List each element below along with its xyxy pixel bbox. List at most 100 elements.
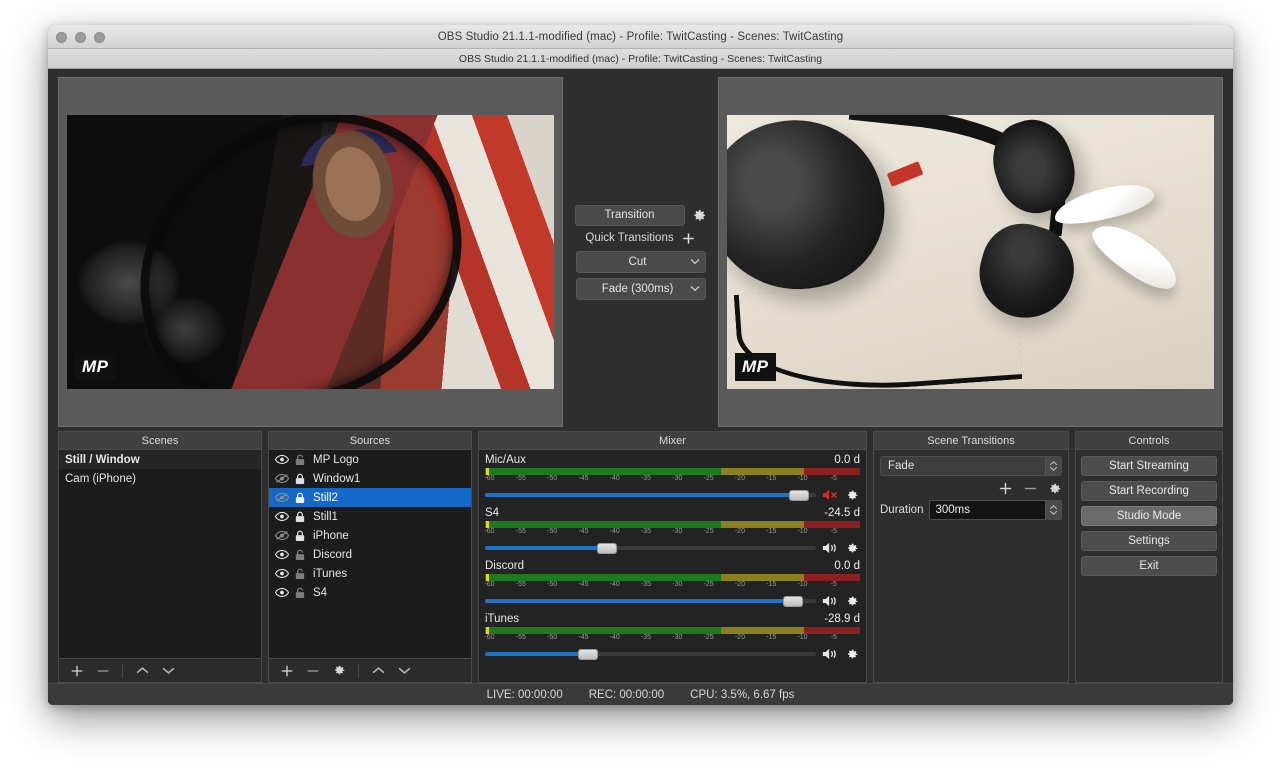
mixer-gear-icon[interactable] [844,595,860,608]
remove-source-button[interactable] [301,661,325,681]
obs-body: MP Transition Quick Transitions Cut Fade… [48,69,1233,705]
meter-tick-label: -25 [703,475,714,482]
mixer-gear-icon[interactable] [844,648,860,661]
spinner-icon[interactable] [1045,457,1061,475]
remove-scene-button[interactable] [91,661,115,681]
meter-segment [485,521,722,528]
source-list-item[interactable]: iPhone [269,526,471,545]
source-list-item[interactable]: Still2 [269,488,471,507]
add-source-button[interactable] [275,661,299,681]
mp-watermark: MP [735,353,776,381]
add-transition-button[interactable] [998,481,1013,496]
mixer-channel-db: -28.9 d [824,613,860,625]
remove-transition-button[interactable] [1023,481,1038,496]
slider-handle[interactable] [789,490,810,501]
source-list-item[interactable]: Window1 [269,469,471,488]
plus-icon[interactable] [681,231,696,246]
lock-open-icon[interactable] [295,454,305,466]
control-button-start-streaming[interactable]: Start Streaming [1081,456,1217,476]
close-button[interactable] [56,31,67,43]
lock-open-icon[interactable] [295,549,305,561]
meter-scale: -60 -55 -50 -45 -40 -35 -30 -25 -20 -15 -10 -5 [484,475,860,486]
speaker-icon[interactable] [821,594,839,608]
meter-tick-label: -15 [766,634,777,641]
source-label: Still2 [313,491,338,504]
transition-type-select[interactable]: Fade [880,456,1062,476]
move-source-down-button[interactable] [392,661,416,681]
spinner-icon[interactable] [1045,501,1061,519]
peak-indicator [486,468,489,475]
eye-off-icon[interactable] [275,492,289,503]
mixer-gear-icon[interactable] [844,489,860,502]
lock-closed-icon[interactable] [295,511,305,523]
sources-list[interactable]: MP Logo Window1 Still2 Still1 iPhone Discord i… [268,449,472,659]
slider-handle[interactable] [597,543,618,554]
eye-icon[interactable] [275,568,289,579]
source-properties-button[interactable] [327,661,351,681]
lock-open-icon[interactable] [295,568,305,580]
quick-transition-cut[interactable]: Cut [575,250,706,273]
eye-off-icon[interactable] [275,473,289,484]
eye-off-icon[interactable] [275,530,289,541]
scene-list-item[interactable]: Still / Window [59,450,261,469]
control-button-settings[interactable]: Settings [1081,531,1217,551]
mixer-channel-db: 0.0 d [834,454,860,466]
volume-slider[interactable] [485,541,816,555]
scene-label: Still / Window [65,453,140,466]
rec-timer: REC: 00:00:00 [588,688,665,701]
meter-segment [485,574,722,581]
preview-pane[interactable]: MP [58,77,563,427]
mixer-channel-db: -24.5 d [824,507,860,519]
eye-icon[interactable] [275,454,289,465]
volume-slider[interactable] [485,594,816,608]
gear-icon[interactable] [1048,482,1062,496]
speaker-icon[interactable] [821,647,839,661]
add-scene-button[interactable] [65,661,89,681]
eye-icon[interactable] [275,587,289,598]
source-list-item[interactable]: iTunes [269,564,471,583]
control-button-studio-mode[interactable]: Studio Mode [1081,506,1217,526]
move-source-up-button[interactable] [366,661,390,681]
gear-icon[interactable] [692,208,707,223]
source-label: S4 [313,586,328,599]
lock-closed-icon[interactable] [295,530,305,542]
lock-closed-icon[interactable] [295,473,305,485]
mixer-channel-header: Mic/Aux 0.0 d [485,454,860,466]
scene-list-item[interactable]: Cam (iPhone) [59,469,261,488]
mixer-gear-icon[interactable] [844,542,860,555]
speaker-icon[interactable] [821,541,839,555]
volume-meter [485,521,860,528]
meter-tick-label: -35 [640,581,652,588]
lock-open-icon[interactable] [295,587,305,599]
source-list-item[interactable]: S4 [269,583,471,602]
meter-tick-label: -50 [547,581,558,588]
meter-tick-label: -35 [640,475,652,482]
eye-icon[interactable] [275,511,289,522]
slider-handle[interactable] [782,596,803,607]
meter-tick-label: -30 [672,475,683,482]
mixer-channel-name: Mic/Aux [485,454,526,466]
transition-type-value: Fade [888,460,915,472]
airpod-right-shape [1085,214,1187,299]
minimize-button[interactable] [75,31,86,43]
volume-slider[interactable] [485,647,816,661]
quick-transition-fade[interactable]: Fade (300ms) [575,277,706,300]
duration-input[interactable]: 300ms [929,500,1062,520]
slider-handle[interactable] [577,649,598,660]
scenes-list[interactable]: Still / Window Cam (iPhone) [58,449,262,659]
program-pane[interactable]: MP [718,77,1223,427]
source-list-item[interactable]: Discord [269,545,471,564]
speaker-muted-icon[interactable] [821,488,839,502]
source-list-item[interactable]: Still1 [269,507,471,526]
control-button-exit[interactable]: Exit [1081,556,1217,576]
transition-button[interactable]: Transition [574,204,685,226]
move-scene-up-button[interactable] [130,661,154,681]
maximize-button[interactable] [94,31,105,43]
eye-icon[interactable] [275,549,289,560]
lock-closed-icon[interactable] [295,492,305,504]
move-scene-down-button[interactable] [156,661,180,681]
meter-tick-label: -15 [766,581,777,588]
source-list-item[interactable]: MP Logo [269,450,471,469]
volume-slider[interactable] [485,488,816,502]
control-button-start-recording[interactable]: Start Recording [1081,481,1217,501]
